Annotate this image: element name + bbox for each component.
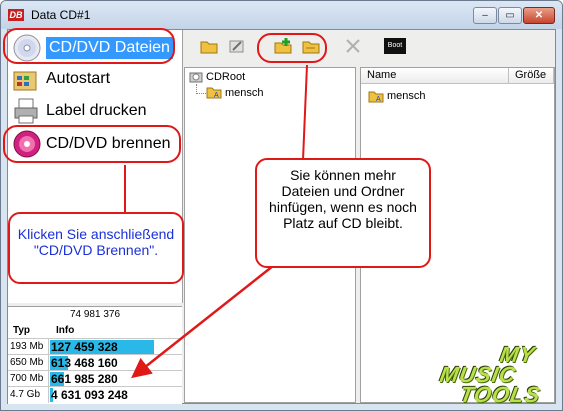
brand-logo: TOOLS bbox=[457, 382, 543, 407]
callout-right: Sie können mehr Dateien und Ordner hinfü… bbox=[255, 158, 431, 268]
callout-left: Klicken Sie anschließend "CD/DVD Brennen… bbox=[8, 212, 184, 284]
